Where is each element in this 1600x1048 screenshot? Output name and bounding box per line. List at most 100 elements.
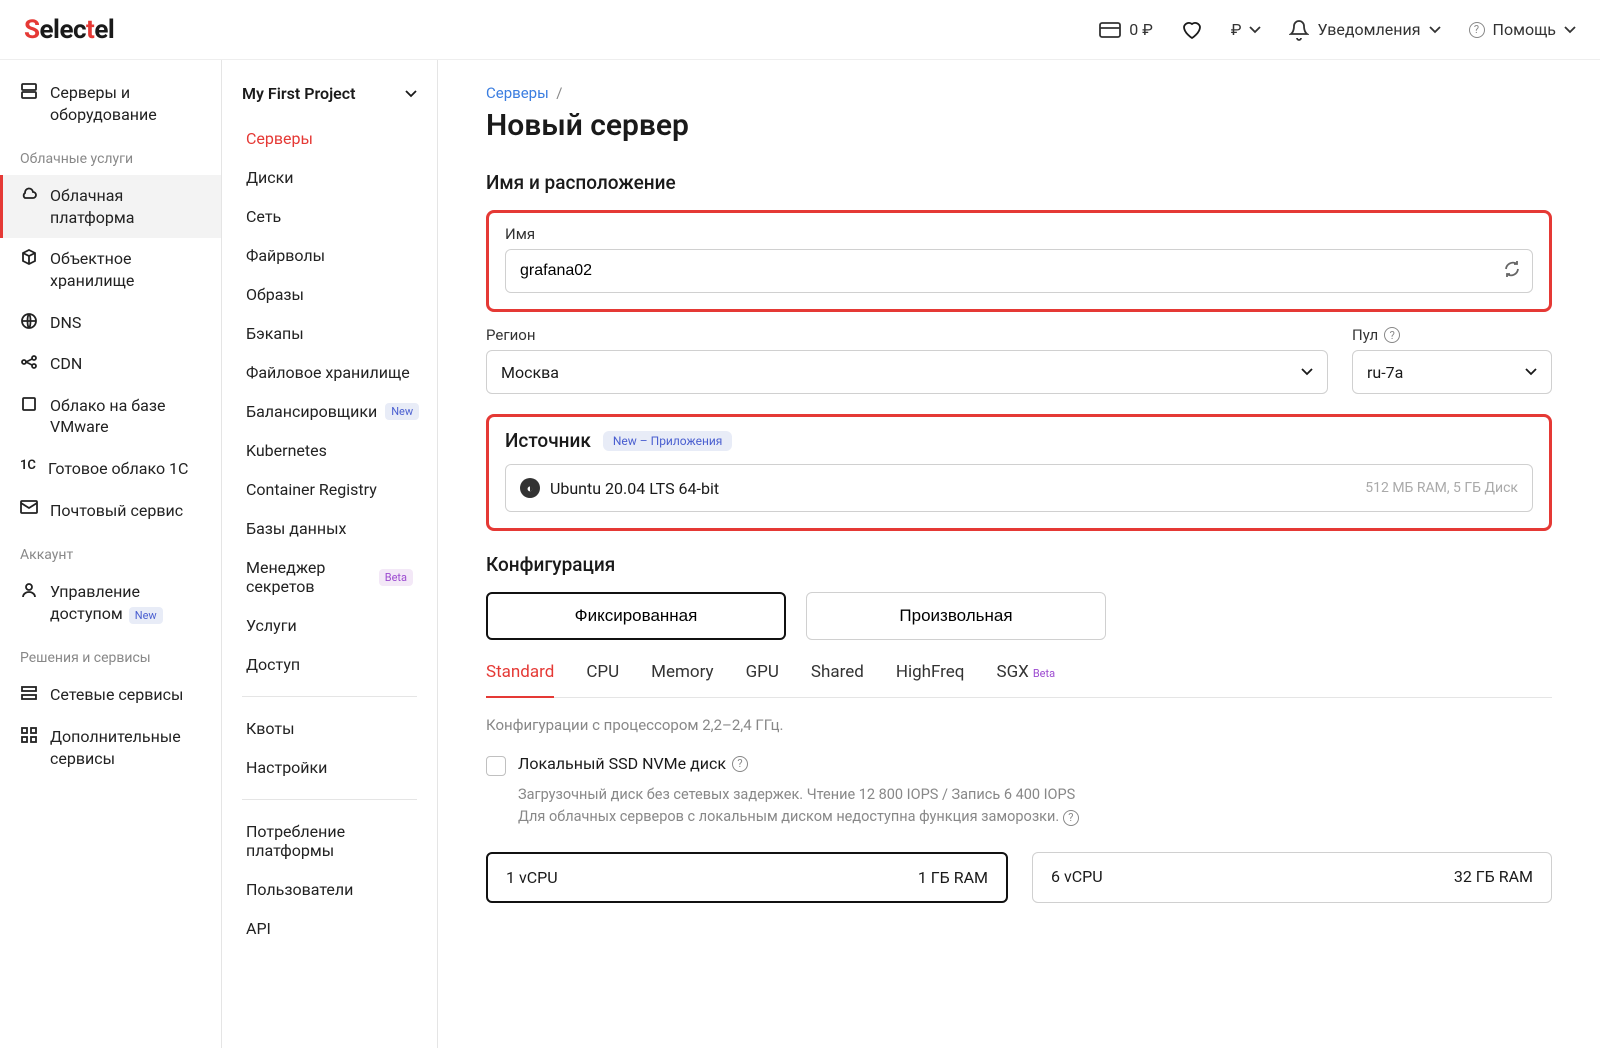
- tab-shared[interactable]: Shared: [811, 662, 864, 697]
- notifications[interactable]: Уведомления: [1289, 19, 1440, 41]
- divider: [242, 799, 417, 800]
- sub-backups[interactable]: Бэкапы: [222, 314, 437, 353]
- server-icon: [20, 82, 38, 100]
- tab-cpu[interactable]: CPU: [586, 662, 619, 697]
- config-card-2[interactable]: 6 vCPU32 ГБ RAM: [1032, 852, 1552, 903]
- chevron-down-icon: [1301, 368, 1313, 376]
- nav-mail[interactable]: Почтовый сервис: [0, 490, 221, 532]
- nav-cloud-platform[interactable]: Облачная платформа: [0, 175, 221, 238]
- highlight-source: Источник New – Приложения ◐ Ubuntu 20.04…: [486, 414, 1552, 531]
- nav-addl-services[interactable]: Дополнительные сервисы: [0, 716, 221, 779]
- heart-icon[interactable]: [1181, 20, 1203, 40]
- onec-icon: 1C: [20, 458, 36, 473]
- logo[interactable]: Selectel: [24, 15, 114, 45]
- sub-file-storage[interactable]: Файловое хранилище: [222, 353, 437, 392]
- card-icon: [1099, 22, 1121, 38]
- sub-balancers[interactable]: БалансировщикиNew: [222, 392, 437, 431]
- sub-users[interactable]: Пользователи: [222, 870, 437, 909]
- help-icon[interactable]: ?: [1384, 327, 1400, 343]
- help-icon[interactable]: ?: [1063, 810, 1079, 826]
- label-region: Регион: [486, 326, 1328, 344]
- tab-gpu[interactable]: GPU: [746, 662, 779, 697]
- config-fixed-button[interactable]: Фиксированная: [486, 592, 786, 640]
- globe-icon: [20, 312, 38, 330]
- help-icon[interactable]: ?: [732, 756, 748, 772]
- highlight-name: Имя: [486, 210, 1552, 312]
- source-select[interactable]: ◐ Ubuntu 20.04 LTS 64-bit 512 МБ RAM, 5 …: [505, 464, 1533, 512]
- sub-secrets[interactable]: Менеджер секретовBeta: [222, 548, 437, 606]
- crumb-servers[interactable]: Серверы: [486, 84, 549, 102]
- sub-images[interactable]: Образы: [222, 275, 437, 314]
- region-select[interactable]: Москва: [486, 350, 1328, 394]
- sub-network[interactable]: Сеть: [222, 197, 437, 236]
- nav-net-services[interactable]: Сетевые сервисы: [0, 674, 221, 716]
- nodes-icon: [20, 353, 38, 371]
- sub-container-registry[interactable]: Container Registry: [222, 470, 437, 509]
- source-hint: 512 МБ RAM, 5 ГБ Диск: [1365, 480, 1518, 496]
- sub-services[interactable]: Услуги: [222, 606, 437, 645]
- label-name: Имя: [505, 225, 1533, 243]
- config-tabs: Standard CPU Memory GPU Shared HighFreq …: [486, 662, 1552, 698]
- sub-quotas[interactable]: Квоты: [222, 709, 437, 748]
- local-ssd-checkbox[interactable]: [486, 756, 506, 776]
- chevron-down-icon: [405, 90, 417, 98]
- tab-standard[interactable]: Standard: [486, 662, 554, 698]
- sub-consumption[interactable]: Потребление платформы: [222, 812, 437, 870]
- chevron-down-icon: [1429, 26, 1441, 34]
- badge-beta: Beta: [1033, 667, 1055, 680]
- nav-servers-hardware[interactable]: Серверы и оборудование: [0, 72, 221, 135]
- help-icon: ?: [1469, 22, 1485, 38]
- ubuntu-icon: ◐: [520, 478, 540, 498]
- nav-access-mgmt[interactable]: Управление доступомNew: [0, 571, 221, 634]
- group-solutions: Решения и сервисы: [0, 634, 221, 674]
- regenerate-name-icon[interactable]: [1503, 260, 1521, 282]
- topbar: Selectel 0 ₽ ₽ Уведомления ? Помощь: [0, 0, 1600, 60]
- sub-settings[interactable]: Настройки: [222, 748, 437, 787]
- sub-disks[interactable]: Диски: [222, 158, 437, 197]
- section-config: Конфигурация: [486, 553, 1552, 576]
- sub-kubernetes[interactable]: Kubernetes: [222, 431, 437, 470]
- nav-object-storage[interactable]: Объектное хранилище: [0, 238, 221, 301]
- nav-1c[interactable]: 1C Готовое облако 1С: [0, 448, 221, 490]
- config-card-1[interactable]: 1 vCPU1 ГБ RAM: [486, 852, 1008, 903]
- chevron-down-icon: [1525, 368, 1537, 376]
- rack-icon: [20, 684, 38, 702]
- project-selector[interactable]: My First Project: [222, 72, 437, 119]
- bell-icon: [1289, 19, 1309, 41]
- chevron-down-icon: [1564, 26, 1576, 34]
- label-pool: Пул?: [1352, 326, 1552, 344]
- sub-servers[interactable]: Серверы: [222, 119, 437, 158]
- sub-access[interactable]: Доступ: [222, 645, 437, 684]
- nav-cdn[interactable]: CDN: [0, 343, 221, 385]
- box-icon: [20, 395, 38, 413]
- group-cloud: Облачные услуги: [0, 135, 221, 175]
- sub-api[interactable]: API: [222, 909, 437, 948]
- balance[interactable]: 0 ₽: [1099, 20, 1153, 39]
- group-account: Аккаунт: [0, 531, 221, 571]
- badge-new: New: [385, 403, 419, 420]
- mail-icon: [20, 500, 38, 514]
- nav-dns[interactable]: DNS: [0, 302, 221, 344]
- pool-select[interactable]: ru-7a: [1352, 350, 1552, 394]
- user-icon: [20, 581, 38, 599]
- cube-icon: [20, 248, 38, 266]
- sub-firewalls[interactable]: Файрволы: [222, 236, 437, 275]
- local-ssd-label: Локальный SSD NVMe диск: [518, 754, 726, 773]
- config-free-button[interactable]: Произвольная: [806, 592, 1106, 640]
- cloud-icon: [20, 185, 38, 203]
- grid-icon: [20, 726, 38, 744]
- section-source: Источник: [505, 429, 591, 452]
- server-name-input[interactable]: [505, 249, 1533, 293]
- help[interactable]: ? Помощь: [1469, 20, 1576, 39]
- currency-selector[interactable]: ₽: [1231, 20, 1262, 39]
- tab-memory[interactable]: Memory: [651, 662, 713, 697]
- nav-vmware[interactable]: Облако на базе VMware: [0, 385, 221, 448]
- divider: [242, 696, 417, 697]
- tab-sgx[interactable]: SGXBeta: [996, 662, 1055, 697]
- section-name-location: Имя и расположение: [486, 171, 1552, 194]
- primary-sidebar: Серверы и оборудование Облачные услуги О…: [0, 60, 222, 1048]
- local-ssd-desc: Загрузочный диск без сетевых задержек. Ч…: [518, 784, 1552, 828]
- badge-beta: Beta: [379, 569, 413, 586]
- sub-databases[interactable]: Базы данных: [222, 509, 437, 548]
- tab-highfreq[interactable]: HighFreq: [896, 662, 965, 697]
